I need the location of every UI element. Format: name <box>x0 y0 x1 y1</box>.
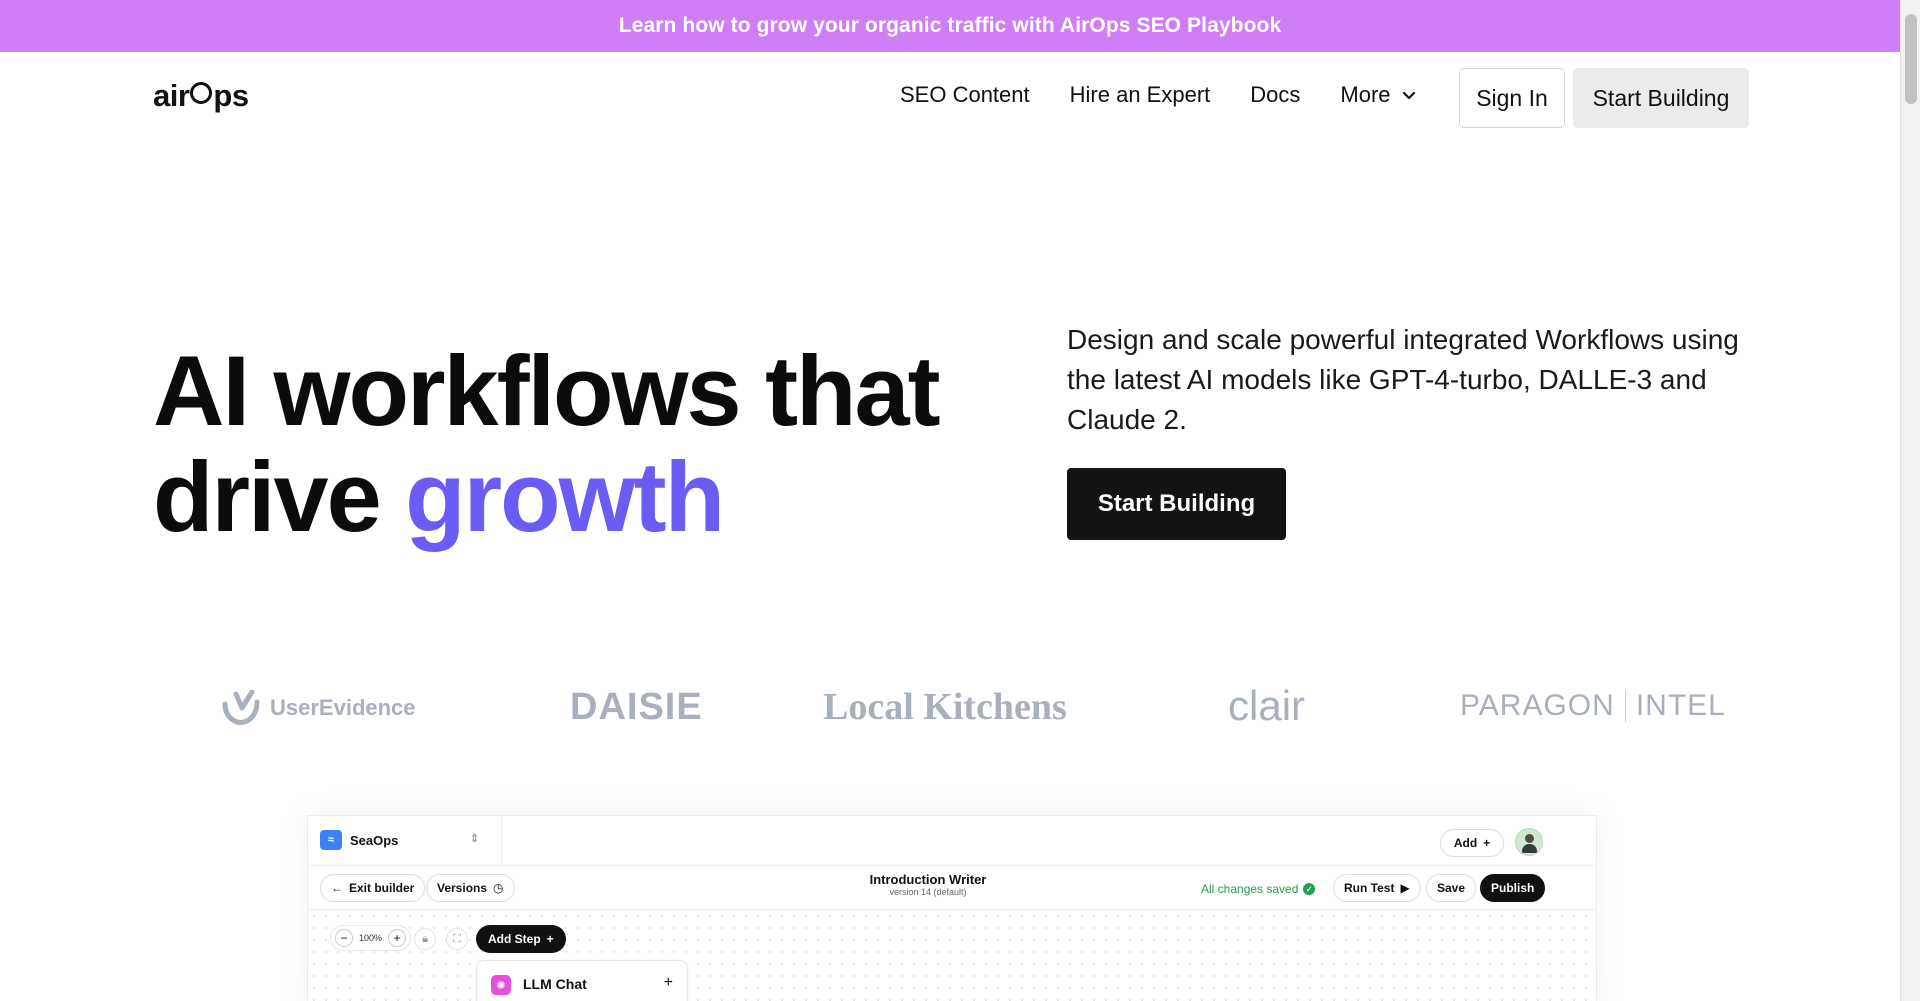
daisie-logo: DAISIE <box>570 686 703 728</box>
hero-start-building-button[interactable]: Start Building <box>1067 468 1286 540</box>
play-icon: ▶ <box>1400 881 1410 895</box>
nav-link-seo-content[interactable]: SEO Content <box>900 82 1030 108</box>
workflow-builder-preview: ≈ SeaOps ⇕ Add + ← Exit builder Versions… <box>307 815 1597 1001</box>
builder-topbar: ≈ SeaOps ⇕ Add + <box>308 816 1596 866</box>
workspace-icon: ≈ <box>320 830 342 850</box>
hero-title: AI workflows that drive growth <box>153 335 941 552</box>
zoom-out-icon[interactable]: − <box>335 929 353 947</box>
add-button[interactable]: Add + <box>1440 829 1504 857</box>
exit-builder-button[interactable]: ← Exit builder <box>320 874 426 902</box>
userevidence-check-icon <box>222 690 260 725</box>
workflow-title-block: Introduction Writer version 14 (default) <box>728 872 1128 897</box>
llm-chat-label: LLM Chat <box>523 976 587 992</box>
hero-description: Design and scale powerful integrated Wor… <box>1067 324 1739 435</box>
workspace-switcher[interactable]: ≈ SeaOps <box>320 830 398 850</box>
versions-label: Versions <box>437 881 488 895</box>
zoom-level: 100% <box>359 933 383 943</box>
hero-title-line1: AI workflows that <box>153 335 941 446</box>
workflow-title: Introduction Writer <box>869 872 987 887</box>
nav-start-building-button[interactable]: Start Building <box>1573 68 1749 128</box>
plus-icon: + <box>546 932 554 946</box>
check-circle-icon: ✓ <box>1303 883 1316 895</box>
builder-toolbar: ← Exit builder Versions ◷ Introduction W… <box>308 866 1596 910</box>
nav-links: SEO Content Hire an Expert Docs More <box>900 82 1417 108</box>
lock-icon[interactable]: 🔒︎ <box>414 928 436 950</box>
userevidence-text: UserEvidence <box>270 695 416 720</box>
add-label: Add <box>1453 836 1478 850</box>
chevron-updown-icon[interactable]: ⇕ <box>470 832 479 845</box>
nav-link-docs[interactable]: Docs <box>1250 82 1300 108</box>
chevron-down-icon <box>1402 91 1415 100</box>
paragon-intel-logo: PARAGON INTEL <box>1460 689 1726 723</box>
page-scrollbar[interactable] <box>1900 0 1920 1001</box>
save-status-text: All changes saved <box>1201 882 1299 896</box>
exit-builder-label: Exit builder <box>349 881 415 895</box>
clair-logo: clair <box>1228 682 1306 729</box>
nav-link-more[interactable]: More <box>1340 82 1416 108</box>
nav-more-label: More <box>1340 82 1391 107</box>
paragon-text: PARAGON <box>1460 689 1615 722</box>
plus-icon: + <box>1483 836 1491 850</box>
run-test-label: Run Test <box>1344 881 1395 895</box>
logo-o-mark <box>190 82 213 104</box>
nav-link-hire-expert[interactable]: Hire an Expert <box>1070 82 1211 108</box>
run-test-button[interactable]: Run Test ▶ <box>1333 874 1421 902</box>
workspace-name: SeaOps <box>350 832 399 848</box>
airops-logo[interactable]: air ps <box>153 78 249 114</box>
publish-button[interactable]: Publish <box>1480 874 1546 902</box>
logo-divider <box>1624 690 1626 722</box>
user-avatar[interactable] <box>1515 828 1543 856</box>
workflow-version: version 14 (default) <box>889 887 967 897</box>
plus-icon[interactable]: + <box>664 974 673 992</box>
intel-text: INTEL <box>1635 689 1726 722</box>
save-button[interactable]: Save <box>1426 874 1477 902</box>
zoom-in-icon[interactable]: + <box>388 929 407 947</box>
scrollbar-thumb[interactable] <box>1905 14 1917 104</box>
fit-view-icon[interactable]: ⛶ <box>446 928 468 950</box>
save-status: All changes saved ✓ <box>1201 882 1316 896</box>
local-kitchens-logo: Local Kitchens <box>823 686 1067 728</box>
clock-icon: ◷ <box>493 881 504 895</box>
hero-title-accent: growth <box>405 441 725 552</box>
builder-canvas[interactable]: − 100% + 🔒︎ ⛶ Add Step + ✺ LLM Chat + <box>308 910 1596 1001</box>
sign-in-button[interactable]: Sign In <box>1459 68 1565 128</box>
llm-chat-step-card[interactable]: ✺ LLM Chat + <box>476 960 688 1001</box>
arrow-left-icon: ← <box>331 881 343 895</box>
versions-button[interactable]: Versions ◷ <box>426 874 515 902</box>
userevidence-logo: UserEvidence <box>222 690 416 726</box>
promo-text[interactable]: Learn how to grow your organic traffic w… <box>619 14 1281 38</box>
zoom-control: − 100% + <box>330 925 412 951</box>
top-nav: air ps SEO Content Hire an Expert Docs Mo… <box>0 52 1900 144</box>
promo-banner[interactable]: Learn how to grow your organic traffic w… <box>0 0 1900 52</box>
customer-logos: UserEvidence DAISIE Local Kitchens clair… <box>0 680 1900 740</box>
logo-text-air: air <box>153 78 190 113</box>
add-step-label: Add Step <box>488 932 541 946</box>
add-step-button[interactable]: Add Step + <box>476 925 566 953</box>
hero-title-plain: drive <box>153 441 382 552</box>
topbar-divider <box>501 816 502 866</box>
llm-chat-icon: ✺ <box>491 975 511 995</box>
logo-text-ps: ps <box>213 78 249 113</box>
